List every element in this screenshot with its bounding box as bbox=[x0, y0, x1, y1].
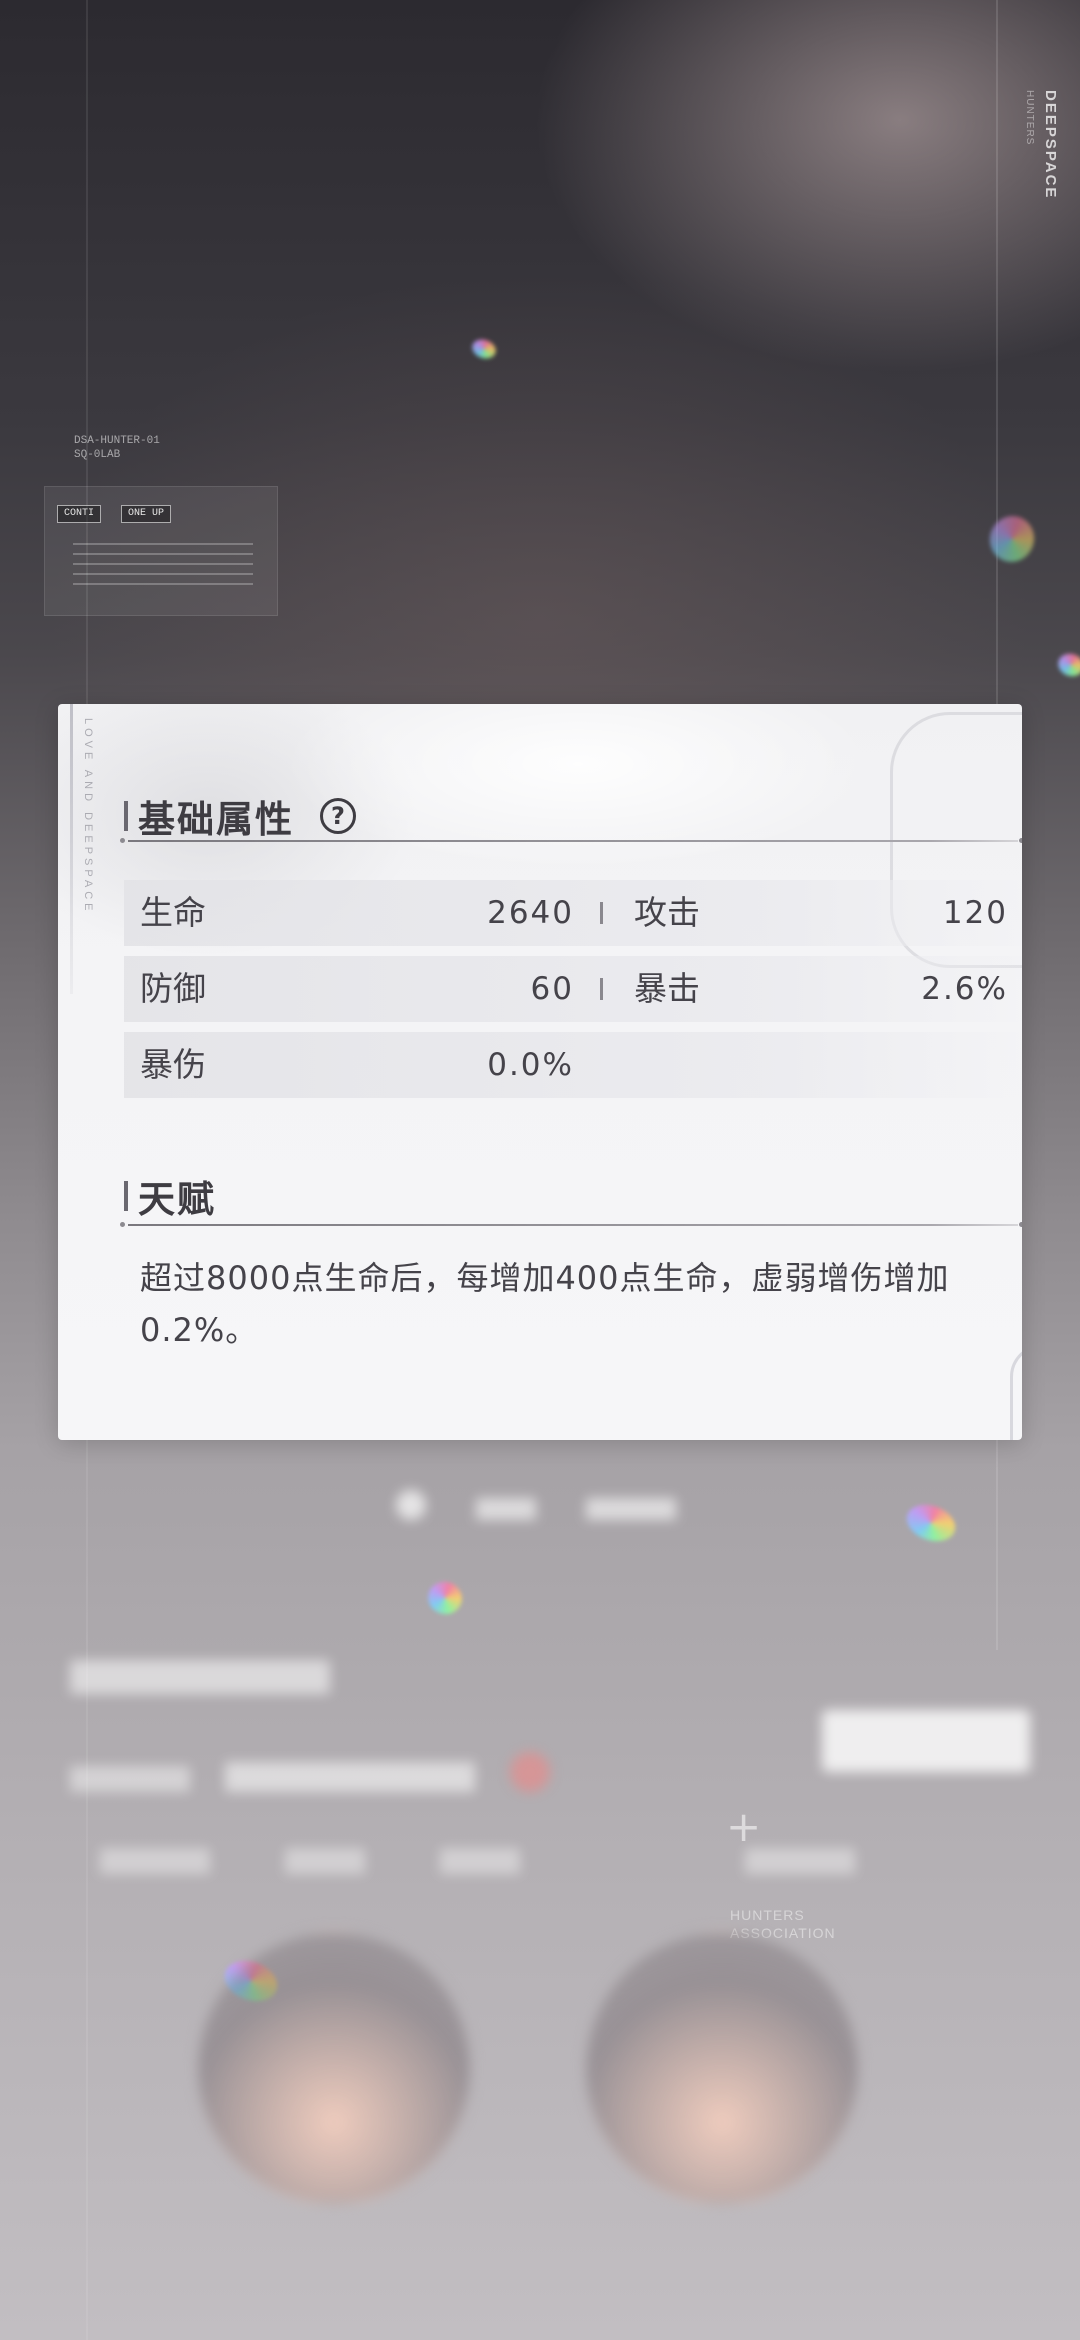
stat-separator bbox=[600, 902, 603, 924]
hunters-vertical-label: HUNTERS bbox=[1024, 90, 1035, 146]
hud-tiny-line: SQ-0LAB bbox=[74, 449, 121, 461]
section-divider bbox=[120, 1222, 1022, 1227]
sparkle-icon bbox=[983, 509, 1041, 569]
stat-value-crit-rate: 2.6% bbox=[921, 971, 1008, 1007]
stat-label-hp: 生命 bbox=[140, 893, 206, 932]
talent-header: 天赋 bbox=[124, 1170, 216, 1222]
hud-chip: CONTI bbox=[57, 505, 102, 523]
hud-chip: ONE UP bbox=[121, 505, 172, 523]
talent-title: 天赋 bbox=[138, 1177, 216, 1221]
base-attributes-title: 基础属性 bbox=[138, 797, 294, 841]
bg-association-line: HUNTERS bbox=[730, 1907, 805, 1923]
section-bar bbox=[124, 801, 128, 831]
hud-lines bbox=[73, 543, 253, 593]
stat-row: 生命 2640 攻击 120 bbox=[124, 880, 1022, 946]
section-divider bbox=[120, 838, 1022, 843]
stat-label-attack: 攻击 bbox=[634, 893, 700, 932]
bg-blurred-tabs bbox=[100, 1848, 856, 1878]
stat-separator bbox=[600, 978, 603, 1000]
stat-value-attack: 120 bbox=[942, 895, 1008, 931]
bg-avatar-circle bbox=[196, 1930, 472, 2206]
bg-plus-icon: + bbox=[726, 1802, 762, 1851]
card-side-line bbox=[70, 704, 73, 994]
stat-value-defense: 60 bbox=[530, 971, 574, 1007]
sparkle-icon bbox=[423, 1577, 467, 1619]
stat-value-crit-damage: 0.0% bbox=[487, 1047, 574, 1083]
bg-blurred-subtitle bbox=[70, 1660, 330, 1698]
bg-blurred-button bbox=[822, 1710, 1030, 1772]
card-deco-arc bbox=[1010, 1344, 1022, 1440]
sparkle-icon bbox=[469, 336, 499, 362]
card-side-text: LOVE AND DEEPSPACE bbox=[82, 718, 94, 915]
base-attributes-header: 基础属性 ? bbox=[124, 790, 356, 842]
sparkle-icon bbox=[901, 1498, 961, 1548]
stat-label-crit-rate: 暴击 bbox=[634, 969, 700, 1008]
stat-label-defense: 防御 bbox=[140, 969, 206, 1008]
sparkle-icon bbox=[1055, 650, 1080, 680]
hud-tiny-line: DSA-HUNTER-01 bbox=[74, 435, 160, 447]
stat-label-crit-damage: 暴伤 bbox=[140, 1045, 206, 1084]
talent-description: 超过8000点生命后，每增加400点生命，虚弱增伤增加0.2%。 bbox=[140, 1259, 950, 1349]
help-icon[interactable]: ? bbox=[320, 798, 356, 834]
deepspace-vertical-logo: DEEPSPACE bbox=[1042, 90, 1059, 200]
hud-tiny-text: DSA-HUNTER-01 SQ-0LAB bbox=[74, 434, 160, 462]
stat-value-hp: 2640 bbox=[487, 895, 574, 931]
bg-blurred-row bbox=[70, 1752, 551, 1796]
attribute-card: LOVE AND DEEPSPACE 基础属性 ? 生命 2640 攻击 120… bbox=[58, 704, 1022, 1440]
bg-avatar-circle bbox=[584, 1930, 860, 2206]
hud-panel: CONTI ONE UP bbox=[44, 486, 278, 616]
bg-blurred-title bbox=[396, 1480, 676, 1531]
game-screen: DEEPSPACE HUNTERS DSA-HUNTER-01 SQ-0LAB … bbox=[0, 0, 1080, 2340]
section-bar bbox=[124, 1181, 128, 1211]
stat-row: 防御 60 暴击 2.6% bbox=[124, 956, 1022, 1022]
stat-row: 暴伤 0.0% bbox=[124, 1032, 1022, 1098]
